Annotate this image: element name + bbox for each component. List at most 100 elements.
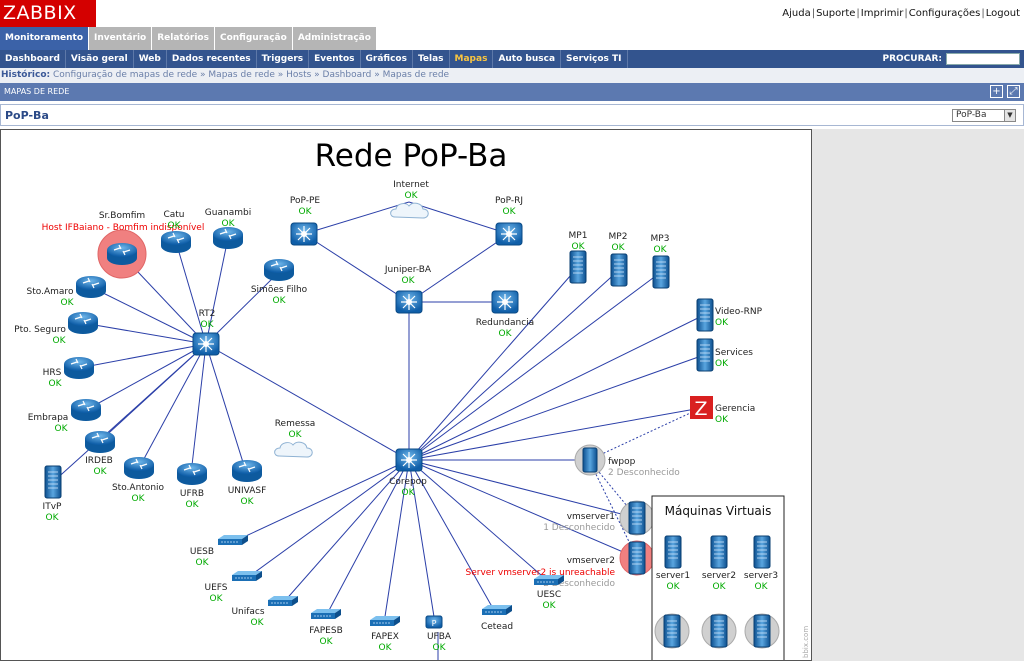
itvp-status: OK [46, 513, 60, 523]
irdeb-status: OK [94, 467, 108, 477]
uesc-hub-icon[interactable] [533, 574, 565, 586]
logout-link[interactable]: Logout [986, 8, 1020, 19]
breadcrumb-item[interactable]: Mapas de rede [383, 70, 449, 80]
catu-router-icon[interactable] [160, 230, 192, 254]
map-title: Rede PoP-Ba [315, 138, 508, 174]
sub-menu-it-services[interactable]: Serviços TI [561, 50, 628, 68]
sub-menu-latest-data[interactable]: Dados recentes [167, 50, 257, 68]
mp1-server-icon[interactable] [569, 250, 587, 284]
redundancia-switch-icon[interactable] [491, 290, 519, 314]
uesb-status: OK [196, 558, 210, 568]
uesb-hub-icon[interactable] [217, 534, 249, 546]
search-input[interactable] [946, 53, 1020, 65]
ufba-router-icon[interactable]: P [425, 615, 443, 629]
fullscreen-icon[interactable]: ⤢ [1007, 85, 1020, 98]
help-link[interactable]: Ajuda [782, 8, 810, 19]
map-select[interactable]: PoP-Ba ▼ [952, 109, 1016, 122]
services-server-icon[interactable] [696, 338, 714, 372]
embrapa-router-icon[interactable] [70, 398, 102, 422]
vmserver2-server-icon[interactable] [628, 541, 646, 575]
support-link[interactable]: Suporte [816, 8, 855, 19]
catu-status: OK [168, 221, 182, 231]
irdeb-router-icon[interactable] [84, 430, 116, 454]
corepop-switch-icon[interactable] [395, 448, 423, 472]
embrapa-label: Embrapa [28, 413, 69, 423]
remessa-cloud-icon[interactable] [274, 441, 313, 458]
server3-server-icon[interactable] [753, 535, 771, 569]
breadcrumb-item[interactable]: Dashboard [323, 70, 372, 80]
catu-label: Catu [163, 210, 184, 220]
sub-menu-maps[interactable]: Mapas [450, 50, 494, 68]
simoes-router-icon[interactable] [263, 258, 295, 282]
server2-server-icon[interactable] [710, 535, 728, 569]
srbomfim-router-icon[interactable] [106, 242, 138, 266]
stoamaro-status: OK [61, 298, 75, 308]
print-link[interactable]: Imprimir [861, 8, 904, 19]
svg-text:P: P [432, 619, 437, 628]
main-menu-monitoring[interactable]: Monitoramento [0, 27, 90, 50]
mp2-server-icon[interactable] [610, 253, 628, 287]
vm6-server-icon[interactable] [753, 614, 771, 648]
sub-menu-screens[interactable]: Telas [413, 50, 450, 68]
vm4-server-icon[interactable] [663, 614, 681, 648]
zabbix-server-icon[interactable]: Z [690, 396, 713, 420]
poppe-switch-icon[interactable] [290, 222, 318, 246]
main-menu-reports[interactable]: Relatórios [152, 27, 215, 50]
sub-menu-discovery[interactable]: Auto busca [493, 50, 562, 68]
server1-status: OK [667, 582, 681, 592]
zabbix-logo[interactable]: ZABBIX [0, 0, 96, 27]
uefs-hub-icon[interactable] [231, 570, 263, 582]
sub-menu-web[interactable]: Web [134, 50, 167, 68]
gerencia-label: Gerencia [715, 404, 755, 414]
fapesb-label: FAPESB [309, 626, 343, 636]
sub-menu-overview[interactable]: Visão geral [66, 50, 134, 68]
mp2-label: MP2 [609, 232, 628, 242]
sub-menu-events[interactable]: Eventos [309, 50, 361, 68]
poppe-status: OK [299, 207, 313, 217]
cetead-hub-icon[interactable] [481, 604, 513, 616]
ufrb-label: UFRB [180, 489, 204, 499]
redundancia-label: Redundancia [476, 318, 534, 328]
main-menu-administration[interactable]: Administração [292, 27, 377, 50]
fapesb-hub-icon[interactable] [310, 608, 342, 620]
unifacs-hub-icon[interactable] [267, 595, 299, 607]
mp3-server-icon[interactable] [652, 255, 670, 289]
vm5-server-icon[interactable] [710, 614, 728, 648]
sub-menu-dashboard[interactable]: Dashboard [0, 50, 66, 68]
breadcrumb-item[interactable]: Configuração de mapas de rede [53, 70, 197, 80]
vmserver1-server-icon[interactable] [628, 501, 646, 535]
breadcrumb-item[interactable]: Mapas de rede [208, 70, 274, 80]
ufrb-router-icon[interactable] [176, 462, 208, 486]
fwpop-status: 2 Desconhecido [608, 468, 680, 478]
juniper-switch-icon[interactable] [395, 290, 423, 314]
stoamaro-router-icon[interactable] [75, 275, 107, 299]
poprj-switch-icon[interactable] [495, 222, 523, 246]
fwpop-firewall-icon[interactable] [582, 447, 598, 473]
breadcrumb-item[interactable]: Hosts [286, 70, 311, 80]
sub-menu-graphs[interactable]: Gráficos [361, 50, 413, 68]
itvp-server-icon[interactable] [44, 465, 62, 499]
hrs-router-icon[interactable] [63, 356, 95, 380]
settings-link[interactable]: Configurações [909, 8, 981, 19]
sub-menu-triggers[interactable]: Triggers [257, 50, 310, 68]
fapex-hub-icon[interactable] [369, 615, 401, 627]
map-name: PoP-Ba [5, 109, 49, 122]
rt2-switch-icon[interactable] [192, 332, 220, 356]
remessa-label: Remessa [275, 419, 316, 429]
univasf-router-icon[interactable] [231, 459, 263, 483]
main-menu-inventory[interactable]: Inventário [89, 27, 153, 50]
videornp-server-icon[interactable] [696, 298, 714, 332]
uefs-status: OK [210, 594, 224, 604]
stoantonio-router-icon[interactable] [123, 456, 155, 480]
main-menu-configuration[interactable]: Configuração [214, 27, 293, 50]
section-title: MAPAS DE REDE [4, 87, 70, 96]
corepop-label: Corepop [389, 477, 427, 487]
chevron-down-icon[interactable]: ▼ [1004, 110, 1015, 121]
guanambi-router-icon[interactable] [212, 226, 244, 250]
server1-server-icon[interactable] [664, 535, 682, 569]
server3-label: server3 [744, 571, 778, 581]
add-icon[interactable]: + [990, 85, 1003, 98]
ufrb-status: OK [186, 500, 200, 510]
ptoseguro-router-icon[interactable] [67, 311, 99, 335]
fapesb-status: OK [320, 637, 334, 647]
